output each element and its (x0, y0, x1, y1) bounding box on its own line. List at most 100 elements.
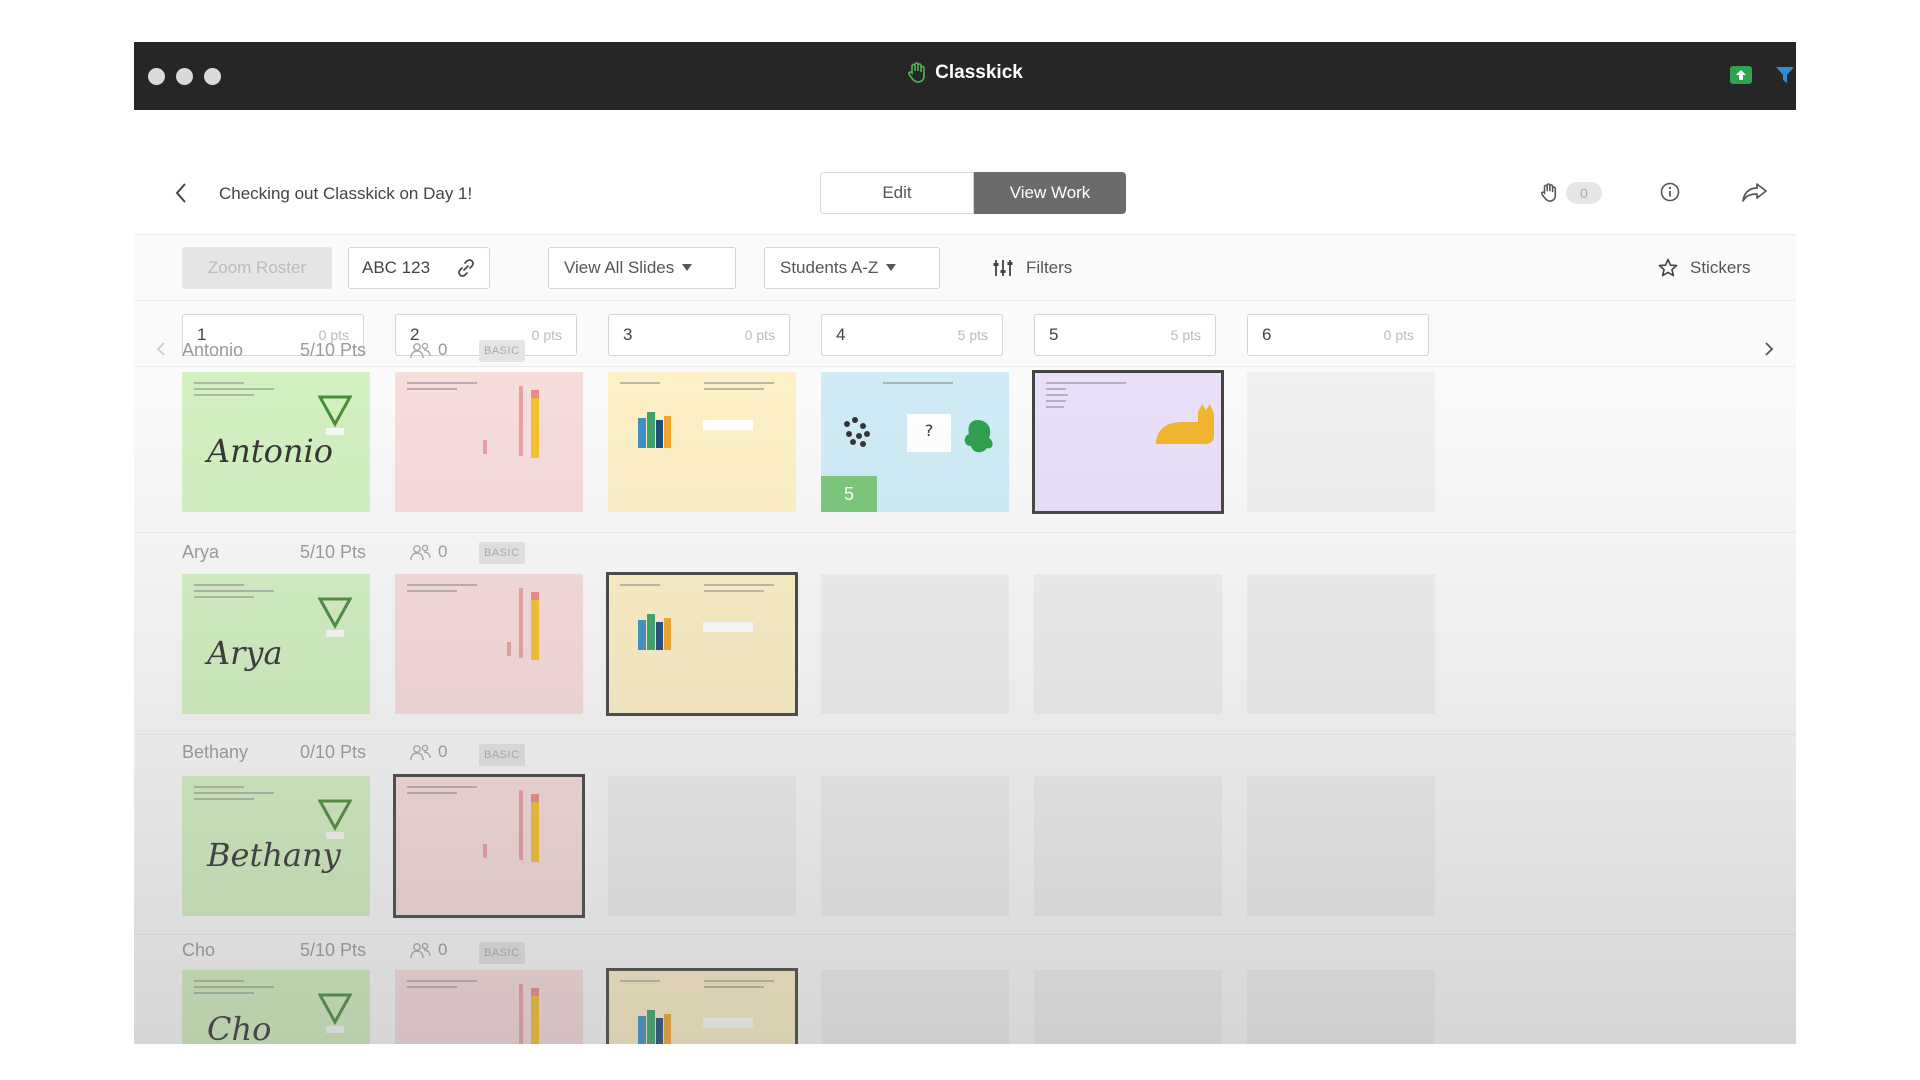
student-slide-thumbnail[interactable] (606, 968, 798, 1044)
svg-text:?: ? (925, 421, 934, 440)
student-slide-thumbnail[interactable] (608, 776, 796, 916)
slide-tab-5[interactable]: 5 5 pts (1034, 314, 1216, 356)
caret-down-icon (682, 264, 693, 271)
level-badge: BASIC (479, 744, 525, 766)
row-divider (134, 934, 1796, 935)
student-slide-thumbnail[interactable]: Antonio (182, 372, 370, 512)
slide-points: 0 pts (1383, 327, 1414, 343)
sort-students-dropdown[interactable]: Students A-Z (764, 247, 940, 289)
student-slide-thumbnail[interactable]: ? 5 (821, 372, 1009, 512)
title-bar: Classkick (134, 42, 1796, 110)
answer-box (703, 420, 753, 430)
student-slide-thumbnail[interactable] (1247, 776, 1435, 916)
app-window: Classkick Checking out Classkick on Day … (134, 42, 1796, 1044)
funnel-sticker-icon (318, 993, 352, 1033)
student-slide-thumbnail[interactable] (1247, 970, 1435, 1044)
helpers-icon (410, 342, 431, 359)
raised-hands-counter[interactable]: 0 (1540, 182, 1602, 204)
student-slide-thumbnail[interactable] (1247, 574, 1435, 714)
student-slide-thumbnail[interactable] (821, 776, 1009, 916)
paperclip-pencil-graphic (483, 386, 539, 458)
slides-next-icon[interactable] (1764, 328, 1774, 370)
help-count: 0 (410, 940, 447, 960)
share-icon[interactable] (1742, 182, 1768, 202)
student-slide-thumbnail[interactable] (395, 970, 583, 1044)
helpers-icon (410, 942, 431, 959)
help-count: 0 (410, 742, 447, 762)
slide-tab-4[interactable]: 4 5 pts (821, 314, 1003, 356)
row-divider (134, 734, 1796, 735)
back-button[interactable] (174, 182, 188, 210)
student-slide-thumbnail[interactable] (606, 572, 798, 716)
slide-points: 5 pts (957, 327, 988, 343)
student-name[interactable]: Bethany (182, 742, 248, 763)
handwritten-name: Antonio (207, 432, 333, 470)
back-chevron-icon (175, 183, 186, 203)
slide-points: 0 pts (744, 327, 775, 343)
student-slide-thumbnail[interactable] (821, 574, 1009, 714)
view-slides-dropdown[interactable]: View All Slides (548, 247, 736, 289)
app-title-text: Classkick (935, 62, 1023, 83)
slides-prev-icon[interactable] (156, 328, 166, 370)
help-count-value: 0 (438, 940, 448, 959)
student-slide-thumbnail[interactable] (395, 574, 583, 714)
level-badge: BASIC (479, 942, 525, 964)
student-slide-thumbnail[interactable] (608, 372, 796, 512)
level-badge: BASIC (479, 542, 525, 564)
student-name[interactable]: Antonio (182, 340, 243, 361)
access-code-button[interactable]: ABC 123 (348, 247, 490, 289)
slide-tab-3[interactable]: 3 0 pts (608, 314, 790, 356)
books-graphic (638, 614, 671, 650)
student-slide-thumbnail[interactable]: Bethany (182, 776, 370, 916)
answer-box (703, 622, 753, 632)
upload-icon[interactable] (1730, 66, 1752, 84)
help-count: 0 (410, 542, 447, 562)
level-badge: BASIC (479, 340, 525, 362)
view-work-tab[interactable]: View Work (974, 172, 1126, 214)
slide-number: 6 (1262, 325, 1272, 344)
zoom-roster-button[interactable]: Zoom Roster (182, 247, 332, 289)
student-slide-thumbnail[interactable] (1034, 970, 1222, 1044)
student-slide-thumbnail[interactable] (393, 774, 585, 918)
student-slide-thumbnail[interactable] (1032, 370, 1224, 514)
paperclip-pencil-graphic (507, 588, 539, 660)
header-divider (134, 234, 1796, 235)
filters-label: Filters (1026, 258, 1073, 277)
stickers-button[interactable]: Stickers (1658, 247, 1750, 289)
slide-tab-6[interactable]: 6 0 pts (1247, 314, 1429, 356)
handwritten-name: Bethany (207, 836, 341, 874)
student-slide-thumbnail[interactable] (821, 970, 1009, 1044)
funnel-sticker-icon (318, 395, 352, 435)
student-slide-thumbnail[interactable] (1247, 372, 1435, 512)
view-slides-label: View All Slides (564, 258, 675, 277)
helpers-icon (410, 744, 431, 761)
filters-button[interactable]: Filters (992, 247, 1072, 289)
helpers-icon (410, 544, 431, 561)
student-slide-thumbnail[interactable]: Arya (182, 574, 370, 714)
student-slide-thumbnail[interactable] (1034, 574, 1222, 714)
handwritten-name: Cho (207, 1010, 272, 1044)
student-name[interactable]: Cho (182, 940, 215, 961)
student-slide-thumbnail[interactable] (395, 372, 583, 512)
student-slide-thumbnail[interactable] (1034, 776, 1222, 916)
student-points: 0/10 Pts (300, 742, 367, 762)
student-slide-thumbnail[interactable]: Cho (182, 970, 370, 1044)
cat-graphic (1156, 404, 1214, 444)
hand-icon (1541, 183, 1557, 202)
tabs-divider (134, 366, 1796, 367)
app-title: Classkick (134, 62, 1796, 84)
student-name[interactable]: Arya (182, 542, 219, 563)
handwritten-name: Arya (207, 634, 283, 672)
info-icon[interactable] (1660, 182, 1680, 202)
help-count-value: 0 (438, 542, 448, 561)
filter-funnel-icon[interactable] (1776, 66, 1794, 84)
help-count-value: 0 (438, 340, 448, 359)
access-code-text: ABC 123 (362, 258, 431, 277)
star-icon (1658, 258, 1678, 277)
score-overlay: 5 (821, 476, 877, 512)
edit-tab[interactable]: Edit (820, 172, 974, 214)
paperclip-pencil-graphic (519, 984, 539, 1044)
hand-icon (908, 62, 926, 83)
slide-points: 5 pts (1170, 327, 1201, 343)
paperclip-pencil-graphic (483, 790, 539, 862)
